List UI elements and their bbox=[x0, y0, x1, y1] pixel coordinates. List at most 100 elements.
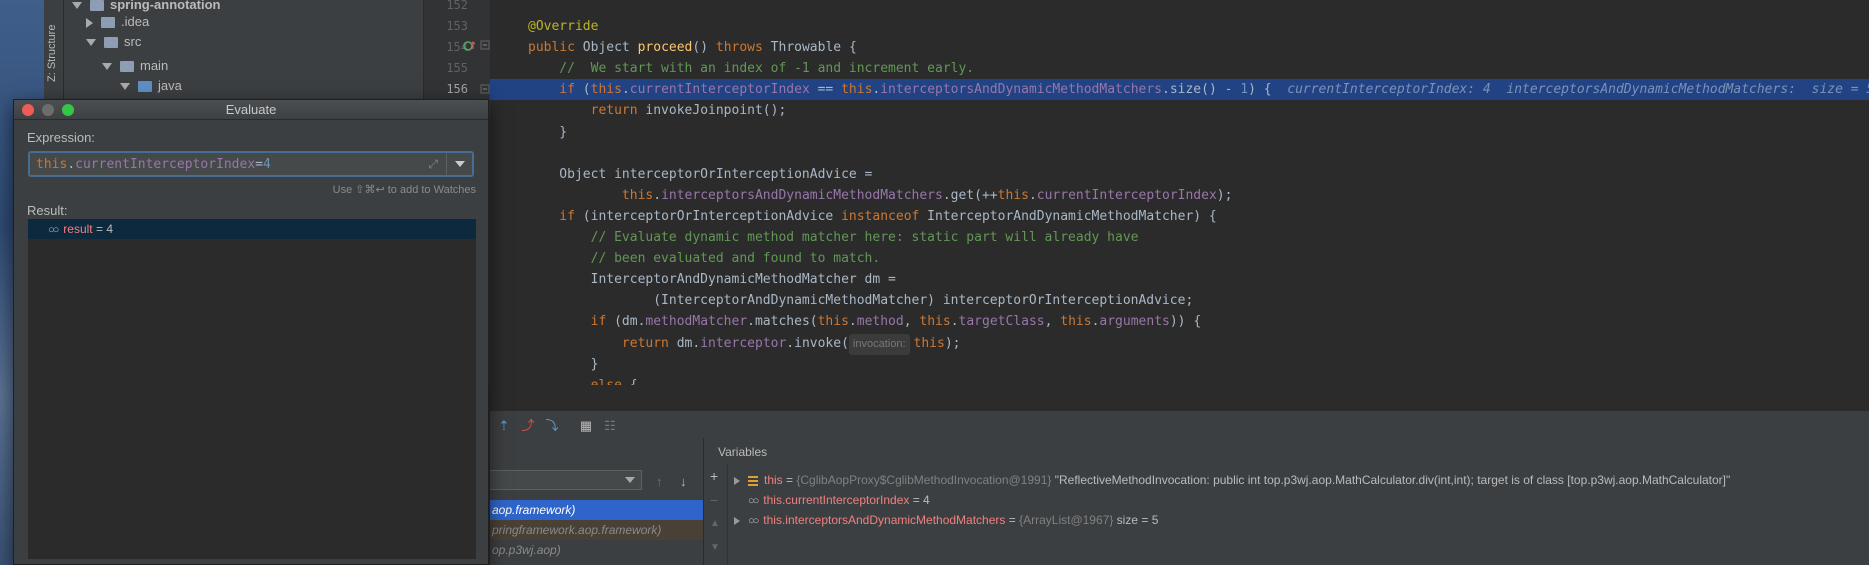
code-line[interactable]: Object interceptorOrInterceptionAdvice = bbox=[528, 164, 872, 185]
frame-row[interactable]: pringframework.aop.framework) bbox=[490, 520, 703, 540]
folder-icon bbox=[101, 17, 115, 29]
code-token: ) { bbox=[1248, 82, 1288, 98]
minimize-icon[interactable] bbox=[42, 104, 54, 116]
step-out-icon[interactable]: ⇡ bbox=[496, 418, 512, 434]
chevron-down-icon[interactable] bbox=[120, 83, 130, 91]
project-tree: spring-annotation .idea src main java bbox=[64, 0, 424, 110]
line-number: 153 bbox=[446, 19, 468, 33]
add-watch-icon[interactable]: + bbox=[710, 468, 718, 484]
evaluate-dialog: Evaluate Expression: this.currentInterce… bbox=[13, 99, 489, 565]
code-token: invokeJoinpoint(); bbox=[645, 103, 787, 119]
code-line[interactable]: return invokeJoinpoint(); bbox=[528, 100, 787, 121]
code-line[interactable]: } bbox=[528, 354, 599, 375]
structure-tab[interactable]: Z: Structure bbox=[46, 18, 62, 88]
chevron-right-icon[interactable] bbox=[734, 516, 740, 525]
frame-row[interactable]: op.p3wj.aop) bbox=[490, 540, 703, 560]
fold-icon[interactable] bbox=[480, 84, 490, 94]
code-token: dm. bbox=[676, 335, 701, 351]
result-tree[interactable]: ○○ result = 4 bbox=[28, 219, 476, 559]
code-line[interactable]: if (interceptorOrInterceptionAdvice inst… bbox=[528, 206, 1217, 227]
move-down-icon[interactable]: ▼ bbox=[710, 542, 720, 553]
code-editor[interactable]: @Override public Object proceed() throws … bbox=[490, 0, 1869, 385]
code-line[interactable]: } bbox=[528, 122, 567, 143]
result-label: Result: bbox=[27, 203, 68, 218]
expand-icon[interactable]: ⤢ bbox=[428, 157, 438, 172]
code-token: if bbox=[528, 82, 583, 98]
tree-item-idea[interactable]: .idea bbox=[86, 12, 149, 32]
code-token: . bbox=[621, 82, 630, 98]
variable-row-current-index[interactable]: ○○ this.currentInterceptorIndex = 4 bbox=[748, 490, 930, 510]
code-line[interactable]: return dm.interceptor.invoke(invocation:… bbox=[528, 333, 960, 355]
code-token: throws bbox=[715, 40, 771, 56]
inline-debug-value: currentInterceptorIndex: 4 interceptorsA… bbox=[1287, 82, 1869, 98]
fold-icon[interactable] bbox=[480, 40, 490, 50]
override-method-icon[interactable] bbox=[462, 39, 478, 53]
code-line[interactable]: InterceptorAndDynamicMethodMatcher dm = bbox=[528, 269, 896, 290]
expression-input[interactable]: this.currentInterceptorIndex=4 ⤢ bbox=[28, 151, 474, 177]
code-token: () bbox=[692, 40, 716, 56]
code-line[interactable]: public Object proceed() throws Throwable… bbox=[528, 37, 857, 58]
dialog-title: Evaluate bbox=[225, 102, 277, 117]
frame-row[interactable]: aop.framework) bbox=[490, 500, 703, 520]
code-token: .get(++ bbox=[942, 187, 998, 203]
code-line[interactable]: // been evaluated and found to match. bbox=[528, 248, 881, 269]
chevron-right-icon[interactable] bbox=[734, 476, 740, 485]
move-up-icon[interactable]: ▲ bbox=[710, 518, 720, 529]
code-line[interactable]: @Override bbox=[528, 16, 598, 37]
debug-toolbar: ⇡ ⤴ ⤵ ▦ ☷ bbox=[490, 410, 1869, 438]
code-token: (interceptorOrInterceptionAdvice bbox=[582, 208, 842, 224]
line-number: 155 bbox=[446, 61, 468, 75]
code-token: this bbox=[841, 82, 873, 98]
tree-item-java[interactable]: java bbox=[120, 76, 182, 96]
remove-watch-icon[interactable]: − bbox=[710, 492, 718, 508]
code-line[interactable]: else { bbox=[528, 375, 638, 385]
code-token: .invoke( bbox=[786, 335, 849, 351]
close-icon[interactable] bbox=[22, 104, 34, 116]
watch-glasses-icon: ○○ bbox=[748, 495, 759, 507]
code-line[interactable]: // We start with an index of -1 and incr… bbox=[528, 58, 974, 79]
code-line[interactable]: (InterceptorAndDynamicMethodMatcher) int… bbox=[528, 290, 1193, 311]
code-token: , bbox=[903, 314, 920, 330]
code-token: method bbox=[856, 314, 904, 330]
code-token: instanceof bbox=[841, 208, 928, 224]
code-token: proceed bbox=[637, 40, 693, 56]
code-token: interceptor bbox=[700, 335, 787, 351]
code-token: targetClass bbox=[958, 314, 1045, 330]
code-token: // Evaluate dynamic method matcher here:… bbox=[528, 230, 1139, 245]
maximize-icon[interactable] bbox=[62, 104, 74, 116]
trace-current-stream-icon[interactable]: ☷ bbox=[602, 418, 618, 434]
evaluate-expression-icon[interactable]: ▦ bbox=[578, 418, 594, 434]
code-token: , bbox=[1044, 314, 1061, 330]
expression-value: 4 bbox=[262, 157, 271, 172]
variable-row-matchers[interactable]: ○○ this.interceptorsAndDynamicMethodMatch… bbox=[734, 510, 1158, 530]
chevron-right-icon[interactable] bbox=[86, 17, 93, 28]
drop-frame-icon[interactable]: ⤴ bbox=[520, 418, 536, 434]
history-dropdown[interactable] bbox=[446, 153, 472, 175]
code-token: else bbox=[528, 378, 630, 385]
chevron-down-icon[interactable] bbox=[102, 63, 112, 71]
chevron-down-icon[interactable] bbox=[72, 2, 82, 10]
code-token: return bbox=[528, 103, 646, 119]
code-line[interactable]: // Evaluate dynamic method matcher here:… bbox=[528, 227, 1139, 248]
code-line[interactable]: if (this.currentInterceptorIndex == this… bbox=[528, 79, 1869, 100]
result-row[interactable]: ○○ result = 4 bbox=[28, 219, 476, 239]
chevron-down-icon[interactable] bbox=[455, 161, 465, 167]
code-token: (InterceptorAndDynamicMethodMatcher) int… bbox=[528, 293, 1194, 309]
arrow-up-icon[interactable]: ↑ bbox=[656, 474, 663, 489]
code-token: InterceptorAndDynamicMethodMatcher) { bbox=[927, 208, 1217, 224]
code-line[interactable]: if (dm.methodMatcher.matches(this.method… bbox=[528, 311, 1202, 332]
variable-row-this[interactable]: this = {CglibAopProxy$CglibMethodInvocat… bbox=[734, 470, 1730, 490]
run-to-cursor-icon[interactable]: ⤵ bbox=[544, 418, 560, 434]
arrow-down-icon[interactable]: ↓ bbox=[680, 474, 687, 489]
code-line[interactable]: this.interceptorsAndDynamicMethodMatcher… bbox=[528, 185, 1233, 206]
tree-item-src[interactable]: src bbox=[86, 32, 141, 52]
thread-select[interactable] bbox=[490, 470, 642, 490]
dialog-titlebar[interactable]: Evaluate bbox=[14, 100, 488, 120]
code-token: // We start with an index of -1 and incr… bbox=[528, 61, 975, 77]
module-folder-icon bbox=[90, 0, 104, 12]
code-token: Throwable { bbox=[770, 40, 857, 56]
tree-item-main[interactable]: main bbox=[102, 56, 168, 76]
chevron-down-icon[interactable] bbox=[625, 477, 635, 483]
chevron-down-icon[interactable] bbox=[86, 39, 96, 47]
